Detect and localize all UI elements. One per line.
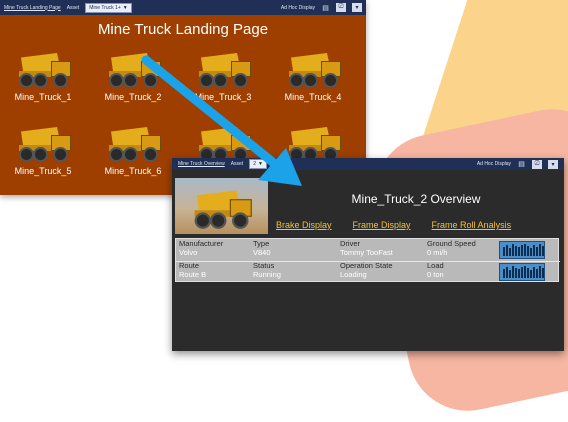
truck-icon: [103, 121, 163, 165]
page-title: Mine Truck Landing Page: [97, 21, 269, 38]
truck-tile[interactable]: Mine_Truck_2: [93, 47, 173, 102]
ad-hoc-display-button[interactable]: Ad Hoc Display: [477, 161, 511, 167]
overview-header: Mine_Truck_2 Overview Brake Display Fram…: [172, 174, 564, 236]
trend-bar: [530, 270, 532, 278]
truck-label: Mine_Truck_4: [284, 92, 342, 102]
display-links: Brake Display Frame Display Frame Roll A…: [276, 220, 511, 230]
save-icon[interactable]: ⎚: [336, 3, 346, 12]
trend-bar: [533, 245, 535, 256]
type-field: Type V840: [253, 239, 271, 257]
trend-bar: [512, 266, 514, 278]
ground-speed-trend[interactable]: [499, 241, 545, 259]
route-field: Route Route B: [179, 261, 207, 279]
truck-icon: [193, 47, 253, 91]
truck-label: Mine_Truck_3: [194, 92, 252, 102]
trend-bar: [509, 270, 511, 278]
operation-state-field: Operation State Loading: [340, 261, 393, 279]
trend-bar: [506, 267, 508, 278]
truck-icon: [188, 184, 254, 232]
load-trend[interactable]: [499, 263, 545, 281]
load-field: Load 0 ton: [427, 261, 444, 279]
field-value: Volvo: [179, 247, 198, 257]
save-icon[interactable]: ⎚: [532, 159, 542, 169]
trend-bar: [536, 269, 538, 278]
truck-tile[interactable]: Mine_Truck_1: [3, 47, 83, 102]
trend-bar: [527, 246, 529, 256]
trend-bar: [539, 244, 541, 256]
trend-bar: [509, 248, 511, 256]
truck-label: Mine_Truck_5: [14, 166, 72, 176]
truck-tile[interactable]: Mine_Truck_3: [183, 47, 263, 102]
trend-bar: [503, 269, 505, 278]
trend-bar: [518, 269, 520, 278]
trend-bar: [512, 244, 514, 256]
landing-page-link[interactable]: Mine Truck Landing Page: [4, 5, 61, 11]
driver-field: Driver Tommy TooFast: [340, 239, 393, 257]
trend-bar: [542, 268, 544, 278]
overview-page-link[interactable]: Mine Truck Overview: [178, 161, 225, 167]
field-value: 0 mi/h: [427, 247, 448, 257]
field-value: Route B: [179, 269, 207, 279]
trend-bar: [524, 266, 526, 278]
truck-icon: [283, 47, 343, 91]
truck-info-panel: Manufacturer Volvo Type V840 Driver Tommy T…: [175, 238, 560, 283]
trend-bar: [503, 247, 505, 256]
overview-toolbar: Mine Truck Overview Asset 2 ▼ Ad Hoc Disp…: [172, 158, 564, 170]
frame-display-link[interactable]: Frame Display: [353, 220, 411, 230]
trend-bar: [506, 245, 508, 256]
asset-select-value: Mine Truck 1+: [89, 4, 121, 11]
truck-label: Mine_Truck_6: [104, 166, 162, 176]
monitor-icon[interactable]: ▤: [517, 160, 526, 169]
truck-icon: [13, 47, 73, 91]
trend-bar: [527, 268, 529, 278]
truck-tile[interactable]: Mine_Truck_5: [3, 121, 83, 176]
asset-label: Asset: [66, 4, 80, 11]
truck-icon: [103, 47, 163, 91]
info-row: Route Route B Status Running Operation Sta…: [176, 261, 560, 283]
monitor-icon[interactable]: ▤: [321, 3, 330, 12]
truck-label: Mine_Truck_1: [14, 92, 72, 102]
landing-toolbar: Mine Truck Landing Page Asset Mine Truck…: [0, 0, 366, 15]
truck-tile[interactable]: Mine_Truck_6: [93, 121, 173, 176]
field-value: V840: [253, 247, 271, 257]
truck-tile[interactable]: Mine_Truck_4: [273, 47, 353, 102]
trend-bar: [518, 247, 520, 256]
manufacturer-field: Manufacturer Volvo: [179, 239, 223, 257]
overview-title: Mine_Truck_2 Overview: [351, 192, 481, 206]
trend-bar: [521, 267, 523, 278]
field-value: Running: [253, 269, 281, 279]
asset-select[interactable]: 2 ▼: [249, 159, 267, 169]
dropdown-icon[interactable]: ▾: [548, 159, 558, 169]
trend-bar: [530, 248, 532, 256]
ad-hoc-display-button[interactable]: Ad Hoc Display: [281, 5, 315, 11]
field-value: Loading: [340, 269, 367, 279]
field-value: Tommy TooFast: [340, 247, 393, 257]
trend-bar: [536, 247, 538, 256]
asset-select-value: 2: [253, 161, 256, 167]
dropdown-icon[interactable]: ▾: [352, 3, 362, 12]
ground-speed-field: Ground Speed 0 mi/h: [427, 239, 476, 257]
trend-bar: [515, 268, 517, 278]
info-row: Manufacturer Volvo Type V840 Driver Tommy T…: [176, 239, 560, 261]
trend-bar: [524, 244, 526, 256]
trend-bar: [521, 245, 523, 256]
frame-roll-analysis-link[interactable]: Frame Roll Analysis: [432, 220, 512, 230]
trend-bar: [533, 267, 535, 278]
status-field: Status Running: [253, 261, 281, 279]
asset-label: Asset: [230, 161, 244, 167]
truck-photo: [175, 178, 268, 234]
brake-display-link[interactable]: Brake Display: [276, 220, 332, 230]
trend-bar: [515, 246, 517, 256]
overview-window: Mine Truck Overview Asset 2 ▼ Ad Hoc Disp…: [172, 158, 564, 351]
truck-label: Mine_Truck_2: [104, 92, 162, 102]
asset-select[interactable]: Mine Truck 1+ ▼: [85, 2, 132, 13]
dropdown-icon: ▼: [122, 4, 128, 11]
trend-bar: [539, 266, 541, 278]
trend-bar: [542, 246, 544, 256]
dropdown-icon: ▼: [257, 161, 263, 167]
field-value: 0 ton: [427, 269, 444, 279]
truck-icon: [13, 121, 73, 165]
